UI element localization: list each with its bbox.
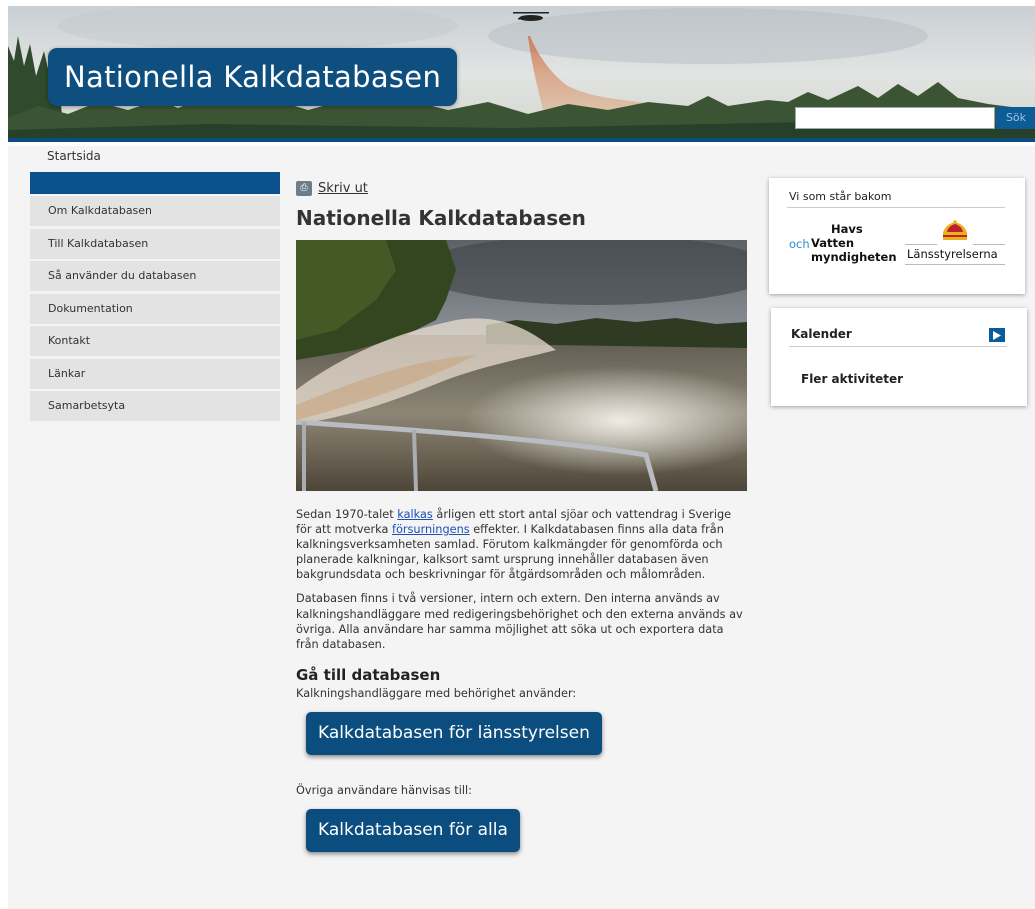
sidebar-item-sa-anvander-du[interactable]: Så använder du databasen [30,261,280,291]
lansstyrelsen-database-button[interactable]: Kalkdatabasen för länsstyrelsen [306,711,602,755]
goto-sub-ovriga: Övriga användare hänvisas till: [296,783,472,797]
lst-rule-left [905,244,937,245]
backers-divider [787,207,1005,208]
sidebar-item-samarbetsyta[interactable]: Samarbetsyta [30,391,280,421]
calendar-divider [789,346,1007,347]
goto-database-heading: Gå till databasen [296,665,441,684]
intro-text-1: Sedan 1970-talet [296,508,398,521]
hav-logo-line3: myndigheten [811,250,897,264]
versions-paragraph: Databasen finns i två versioner, intern … [296,592,743,651]
main-content: ⎙ Skriv ut Nationella Kalkdatabasen Seda… [296,176,748,852]
hav-logo-line1: Havs [831,222,863,236]
sidebar-item-om-kalkdatabasen[interactable]: Om Kalkdatabasen [30,196,280,226]
more-activities-link[interactable]: Fler aktiviteter [801,372,903,386]
sidebar-header-bar [30,172,280,194]
lst-rule-right [973,244,1005,245]
lst-rule-bottom [905,264,1005,265]
search-button[interactable]: Sök [996,107,1035,129]
forsurningens-link[interactable]: försurningens [392,523,470,536]
havs-vattenmyndigheten-logo[interactable]: och Havs Vatten myndigheten [789,222,899,272]
kalkas-link[interactable]: kalkas [397,508,433,521]
sidebar-item-lankar[interactable]: Länkar [30,358,280,389]
calendar-card: Kalender Fler aktiviteter [771,308,1027,406]
hav-logo-och: och [789,237,810,251]
calendar-arrow-icon[interactable] [989,328,1005,342]
print-icon[interactable]: ⎙ [296,180,312,196]
sidebar-item-dokumentation[interactable]: Dokumentation [30,293,280,324]
backers-card: Vi som står bakom och Havs Vatten myndig… [769,178,1025,294]
page-body: Startsida Om Kalkdatabasen Till Kalkdata… [8,146,1035,909]
header-banner: Nationella Kalkdatabasen Sök [8,6,1035,142]
sidebar-nav: Om Kalkdatabasen Till Kalkdatabasen Så a… [30,172,280,424]
hav-logo-text: Havs Vatten myndigheten [811,222,897,264]
print-row: ⎙ Skriv ut [296,176,748,200]
liming-boat-photo [296,240,747,491]
public-database-button[interactable]: Kalkdatabasen för alla [306,808,520,852]
sidebar-item-kontakt[interactable]: Kontakt [30,326,280,356]
print-link[interactable]: Skriv ut [318,181,368,196]
site-logo[interactable]: Nationella Kalkdatabasen [48,48,458,106]
hav-logo-line2: Vatten [811,236,855,250]
backers-title: Vi som står bakom [789,190,892,203]
intro-paragraph: Sedan 1970-talet kalkas årligen ett stor… [296,507,748,582]
sidebar-item-till-kalkdatabasen[interactable]: Till Kalkdatabasen [30,228,280,259]
breadcrumb-home-link[interactable]: Startsida [47,149,101,163]
search-input[interactable] [795,107,995,129]
page-title: Nationella Kalkdatabasen [296,206,586,230]
calendar-title: Kalender [791,327,852,341]
lansstyrelserna-logo[interactable]: Länsstyrelserna [905,220,1005,270]
crown-icon [943,220,967,240]
goto-sub-handlaggare: Kalkningshandläggare med behörighet anvä… [296,686,577,700]
lansstyrelserna-text: Länsstyrelserna [907,247,998,261]
